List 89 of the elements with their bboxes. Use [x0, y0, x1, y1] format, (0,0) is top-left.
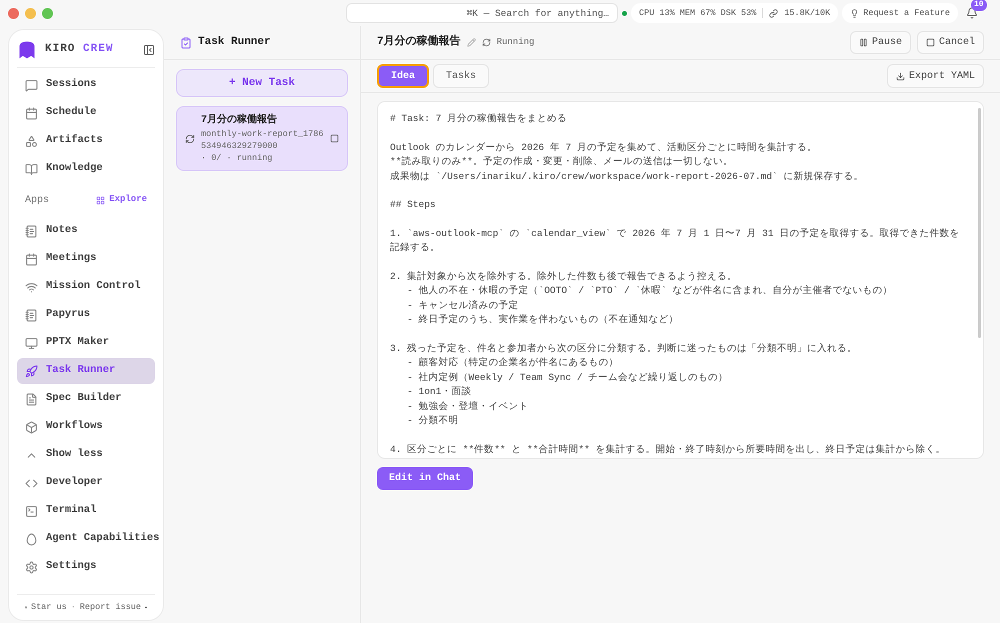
sidebar-item[interactable]: PPTX Maker: [17, 330, 155, 356]
rocket-icon: [25, 364, 38, 378]
sidebar-item[interactable]: Terminal: [17, 498, 155, 524]
stop-icon: [926, 38, 935, 47]
sidebar-item[interactable]: Settings: [17, 554, 155, 580]
monitor-icon: [25, 336, 38, 350]
request-feature-button[interactable]: Request a Feature: [842, 3, 958, 23]
editor-line: # Task: 7 月分の稼働報告をまとめる: [390, 112, 568, 126]
download-icon: [896, 72, 905, 80]
editor-line: 1. `aws-outlook-mcp` の `calendar_view` で 2026 年 7 月 1 日〜7 月 31 日の予定を取得する。取得できた件数を記録する。: [390, 226, 960, 255]
editor-line: - 1on1・面談: [406, 385, 472, 399]
cancel-button[interactable]: Cancel: [916, 31, 984, 54]
editor-line: 3. 残った予定を、件名と参加者から次の区分に分類する。判断に迷ったものは「分類不明」に入れる。: [390, 342, 858, 356]
refresh-icon: [185, 134, 195, 144]
separator: ·: [70, 601, 76, 614]
sidebar-item[interactable]: Task Runner: [17, 358, 155, 384]
sidebar-item[interactable]: Developer: [17, 470, 155, 496]
editor-line: Outlook のカレンダーから 2026 年 7 月の予定を集めて、活動区分ごとに時間を集計する。: [390, 140, 818, 154]
editor-line: - 社内定例（Weekly / Team Sync / チーム会など繰り返しのもの）: [406, 370, 730, 384]
cube-icon: [25, 420, 38, 434]
editor-line: 2. 集計対象から次を除外する。除外した件数も後で報告できるよう控える。: [390, 270, 738, 284]
sidebar-item[interactable]: Sessions: [17, 72, 155, 98]
new-task-button[interactable]: + New Task: [176, 69, 348, 97]
tab[interactable]: Tasks: [433, 64, 490, 88]
editor-line: - 他人の不在・休暇の予定（`OOTO` / `PTO` / `休暇` などが件名に含まれ、自分が主催者でないもの）: [406, 284, 894, 298]
link-icon: [769, 8, 778, 18]
book-icon: [25, 162, 38, 176]
shapes-icon: [25, 134, 38, 148]
export-yaml-button[interactable]: Export YAML: [886, 64, 984, 88]
collapse-sidebar-icon[interactable]: [143, 44, 155, 56]
egg-icon: [25, 532, 38, 546]
terminal-icon: [25, 504, 38, 518]
edit-in-chat-button[interactable]: Edit in Chat: [377, 467, 474, 490]
calendar-icon: [25, 252, 38, 266]
editor-line: - 分類不明: [406, 414, 460, 428]
notebook-icon: [25, 224, 38, 238]
clipboard-icon: [180, 36, 192, 48]
notification-bell-icon[interactable]: [966, 7, 978, 19]
refresh-icon: [482, 38, 491, 47]
explore-link[interactable]: Explore: [96, 193, 147, 207]
signal-icon: [25, 280, 38, 294]
chat-icon: [25, 78, 38, 92]
sidebar-item[interactable]: Schedule: [17, 100, 155, 126]
sidebar-item[interactable]: Mission Control: [17, 274, 155, 300]
pause-icon: [858, 38, 868, 47]
pause-button[interactable]: Pause: [850, 31, 911, 54]
search-field[interactable]: ⌘K — Search for anything…: [346, 3, 618, 23]
document-icon: [25, 392, 38, 406]
code-icon: [25, 476, 38, 490]
sidebar-item[interactable]: Spec Builder: [17, 386, 155, 412]
report-issue-link[interactable]: Report issue: [80, 601, 142, 614]
editor-line: - 勉強会・登壇・イベント: [406, 400, 530, 414]
task-heading: 7月分の稼働報告: [377, 34, 461, 50]
task-id: monthly-work-report_1786534946329279000: [201, 128, 324, 152]
star-us-link[interactable]: Star us: [30, 601, 67, 614]
sidebar-item[interactable]: Workflows: [17, 414, 155, 440]
brand-name: KIRO CREW: [45, 42, 114, 58]
panel-title: Task Runner: [198, 35, 271, 50]
editor-line: ## Steps: [390, 198, 437, 212]
sidebar-item[interactable]: Knowledge: [17, 156, 155, 182]
task-meta: · 0/ · running: [201, 152, 274, 164]
sidebar-item[interactable]: Show less: [17, 442, 155, 468]
checkbox-icon[interactable]: [330, 134, 339, 143]
status-label: Running: [496, 36, 536, 49]
sidebar-item[interactable]: Artifacts: [17, 128, 155, 154]
notification-badge: 10: [970, 0, 987, 11]
task-card[interactable]: 7月分の稼働報告 monthly-work-report_1786534946329279000 · 0/ · running: [176, 106, 348, 171]
calendar-icon: [25, 106, 38, 120]
mascot-logo-icon: [17, 40, 37, 60]
editor-line: - 顧客対応（特定の企業名が件名にあるもの）: [406, 356, 620, 370]
editor-line: 成果物は `/Users/inariku/.kiro/crew/workspace/work-report-2026-07.md` に新規保存する。: [390, 170, 864, 184]
tab[interactable]: Idea: [377, 64, 430, 88]
section-heading: Apps: [25, 194, 50, 208]
task-title: 7月分の稼働報告: [201, 113, 278, 128]
editor-line: 4. 区分ごとに **件数** と **合計時間** を集計する。開始・終了時刻から所要時間を出し、終日予定は集計から除く。: [390, 442, 947, 456]
sidebar-item[interactable]: Papyrus: [17, 302, 155, 328]
lightbulb-icon: [850, 8, 860, 18]
close-window-icon[interactable]: [8, 8, 19, 18]
token-count: 15.8K/10K: [784, 6, 830, 20]
editor-line: - キャンセル済みの予定: [406, 298, 520, 312]
notebook-icon: [25, 308, 38, 322]
sidebar-item[interactable]: Notes: [17, 218, 155, 244]
settings-icon: [25, 560, 38, 574]
editor-line: **読み取りのみ**。予定の作成・変更・削除、メールの送信は一切しない。: [390, 155, 734, 169]
sidebar-item[interactable]: Meetings: [17, 246, 155, 272]
system-stats: CPU 13% MEM 67% DSK 53%: [639, 6, 756, 20]
grid-icon: [96, 196, 106, 204]
idea-editor[interactable]: [377, 101, 984, 459]
editor-line: - 終日予定のうち、実作業を伴わないもの（不在通知など）: [406, 313, 680, 327]
